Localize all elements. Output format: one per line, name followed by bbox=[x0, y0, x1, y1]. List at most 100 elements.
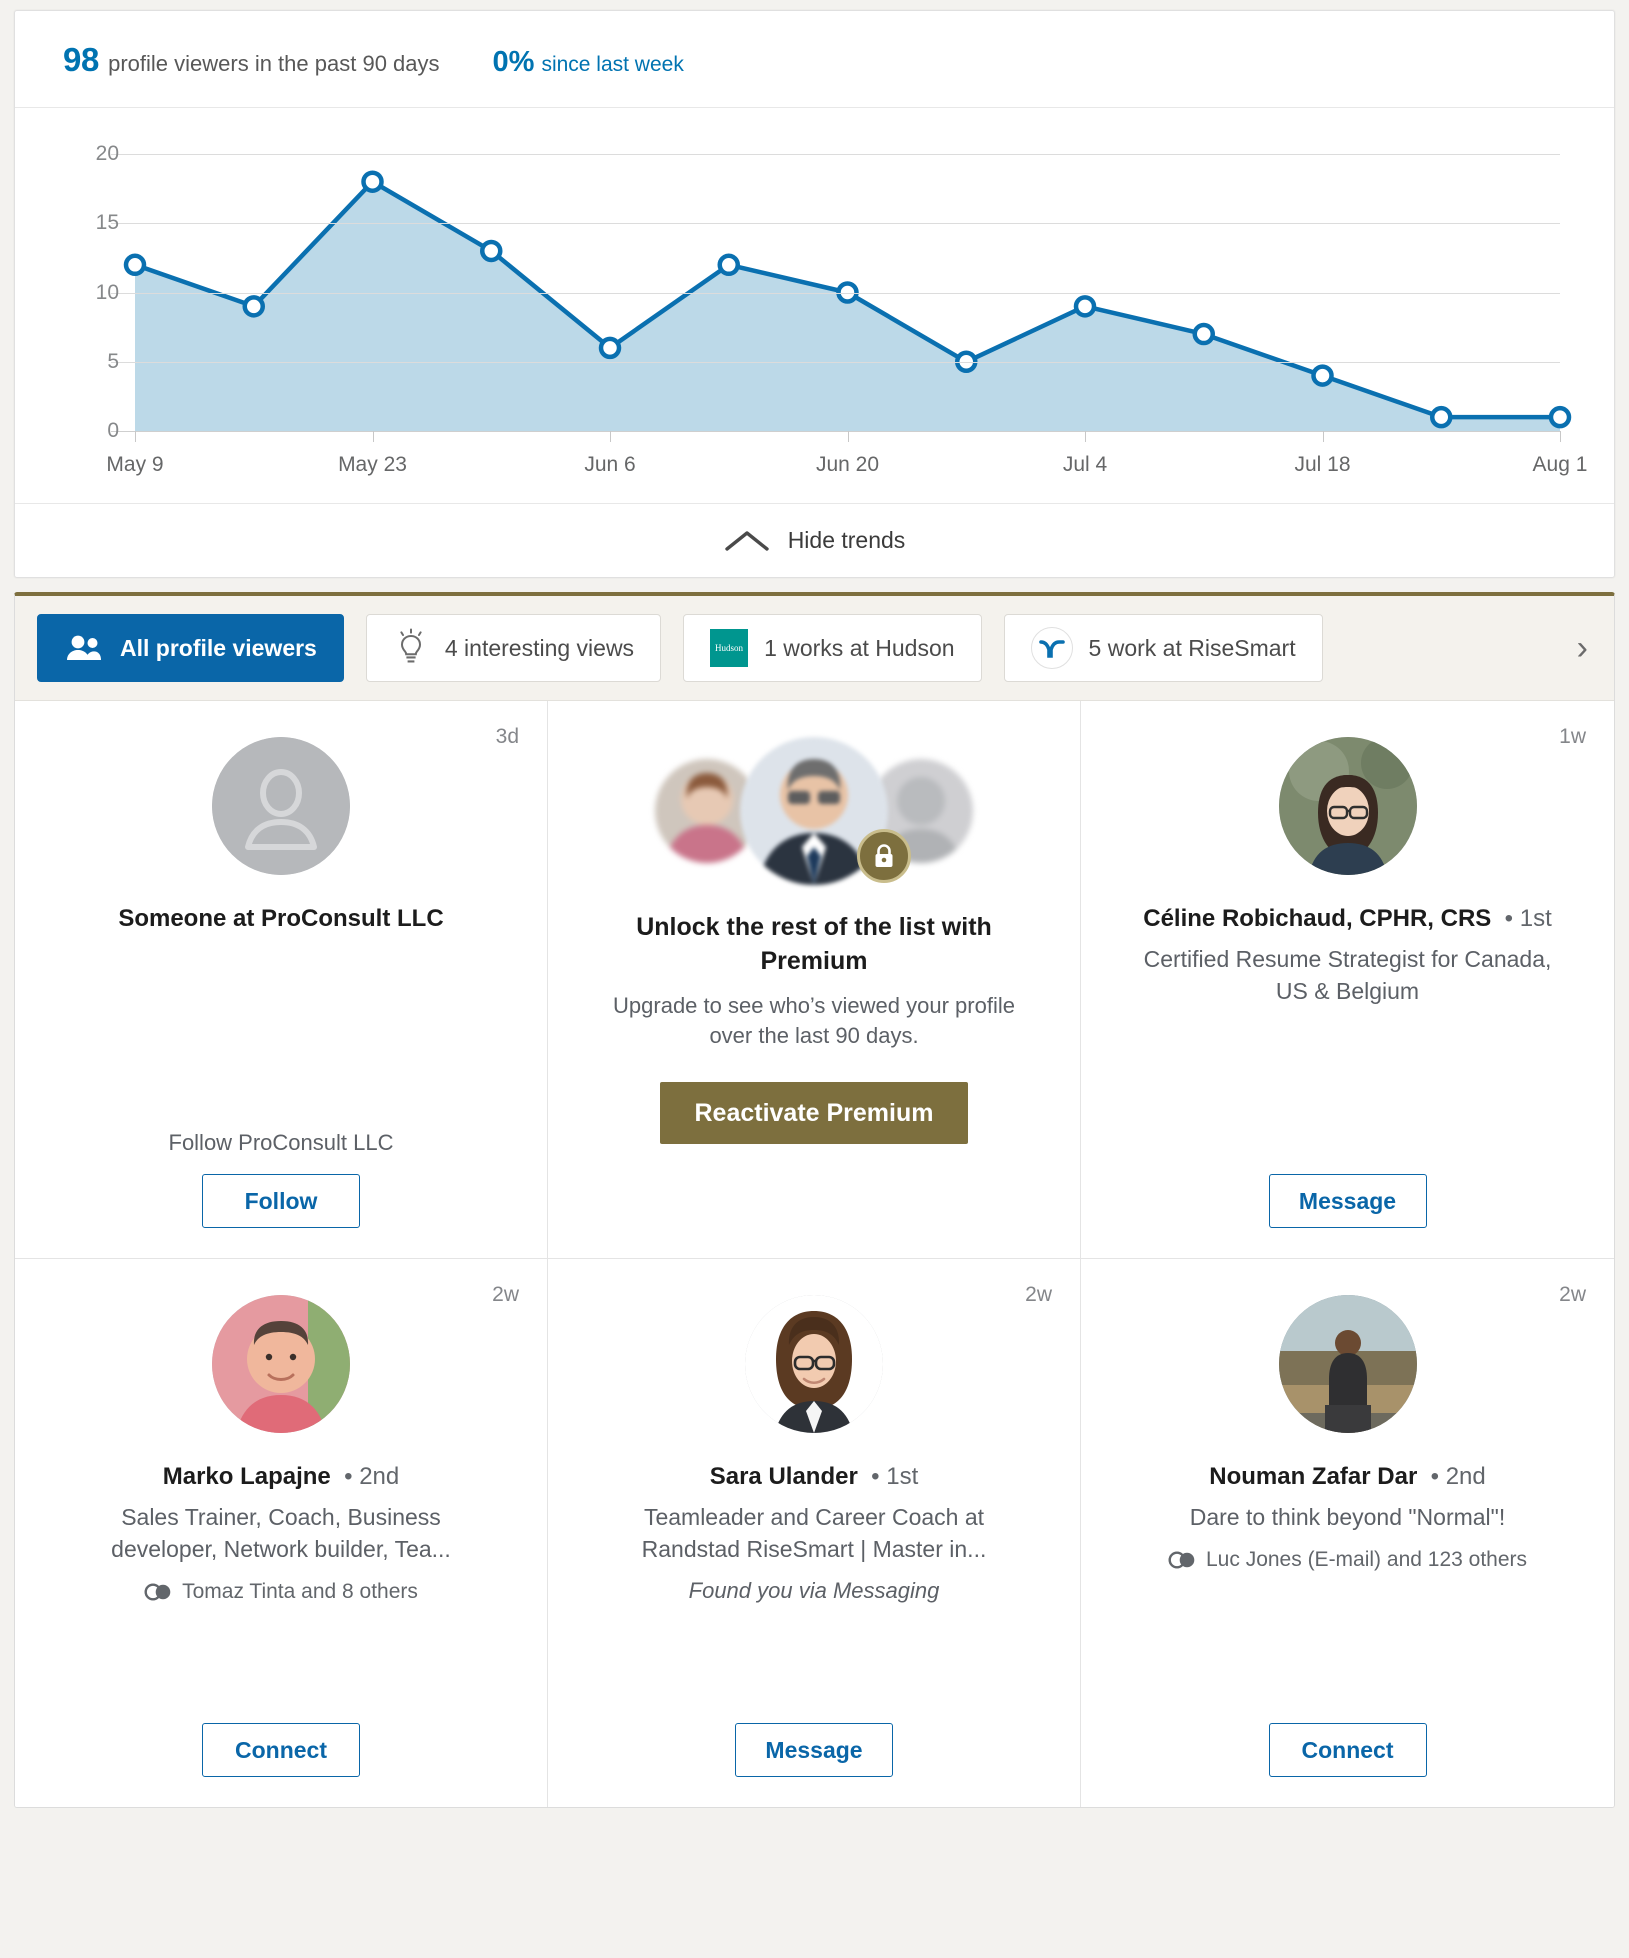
profile-viewers-card: All profile viewers 4 interesting views … bbox=[14, 592, 1615, 1808]
viewer-degree: • 1st bbox=[864, 1463, 919, 1490]
x-axis-tick-label: Jun 20 bbox=[815, 453, 880, 476]
viewer-name: Céline Robichaud, CPHR, CRS • 1st bbox=[1143, 903, 1551, 934]
chart-data-point[interactable] bbox=[1311, 364, 1334, 387]
message-button[interactable]: Message bbox=[735, 1723, 893, 1777]
profile-views-chart: 0 5 10 15 20 May 9 May 23 Jun 6 Jun 20 Jul 4 Jul 1… bbox=[15, 108, 1614, 503]
weekly-delta-label: since last week bbox=[541, 53, 684, 76]
profile-views-trends-card: 98 profile viewers in the past 90 days 0… bbox=[14, 10, 1615, 578]
reactivate-premium-button[interactable]: Reactivate Premium bbox=[660, 1082, 968, 1145]
viewer-age: 1w bbox=[1559, 725, 1586, 748]
premium-upsell-subtitle: Upgrade to see who’s viewed your profile… bbox=[613, 992, 1015, 1049]
lightbulb-icon bbox=[400, 628, 422, 663]
hide-trends-button[interactable]: Hide trends bbox=[15, 503, 1614, 577]
chart-data-point[interactable] bbox=[480, 239, 503, 263]
chevron-up-icon bbox=[724, 530, 769, 551]
x-axis-tick bbox=[847, 431, 849, 442]
filter-chip-works-at-hudson[interactable]: Hudson 1 works at Hudson bbox=[683, 614, 982, 682]
y-axis-tick-label: 20 bbox=[95, 142, 119, 165]
viewer-age: 2w bbox=[492, 1283, 519, 1306]
viewer-name: Someone at ProConsult LLC bbox=[118, 905, 444, 932]
chart-data-point[interactable] bbox=[1548, 405, 1572, 429]
risesmart-logo-icon bbox=[1030, 627, 1073, 669]
avatar[interactable] bbox=[745, 1295, 883, 1433]
y-axis-tick-label: 0 bbox=[107, 419, 119, 442]
chart-data-point[interactable] bbox=[123, 253, 147, 277]
viewer-count: 98 bbox=[63, 41, 100, 78]
viewer-degree: • 2nd bbox=[1423, 1463, 1486, 1490]
chart-data-point[interactable] bbox=[1073, 295, 1097, 318]
follow-company-text: Follow ProConsult LLC bbox=[168, 1130, 394, 1155]
connect-button[interactable]: Connect bbox=[202, 1723, 360, 1777]
x-axis-tick bbox=[372, 431, 374, 442]
viewer-degree: • 2nd bbox=[337, 1463, 400, 1490]
viewer-card-marko-lapajne[interactable]: 2w Marko Lapajne • 2nd Sales Trainer, Co… bbox=[15, 1259, 548, 1807]
chart-data-point[interactable] bbox=[598, 336, 622, 360]
x-axis-tick-label: May 9 bbox=[106, 453, 164, 476]
viewer-name: Sara Ulander • 1st bbox=[710, 1461, 919, 1492]
chart-gridline bbox=[111, 223, 1560, 225]
chart-data-point[interactable] bbox=[717, 253, 740, 277]
trends-summary-header: 98 profile viewers in the past 90 days 0… bbox=[15, 11, 1614, 108]
mutual-connections-icon bbox=[1168, 1551, 1195, 1569]
viewer-card-anonymous[interactable]: 3d Someone at ProConsult LLC Follow ProC… bbox=[15, 701, 548, 1259]
viewer-name-text: Céline Robichaud, CPHR, CRS bbox=[1143, 905, 1492, 932]
viewer-card-sara-ulander[interactable]: 2w Sara Ulander • 1st Teamleader and Car… bbox=[548, 1259, 1081, 1807]
chart-area-line-svg bbox=[123, 170, 1572, 431]
chart-area-fill bbox=[135, 181, 1560, 431]
y-axis-tick-label: 10 bbox=[95, 280, 119, 304]
viewer-name: Marko Lapajne • 2nd bbox=[163, 1461, 400, 1492]
viewer-degree: • 1st bbox=[1497, 905, 1552, 932]
x-axis-tick-label: May 23 bbox=[338, 453, 407, 476]
mutual-connections: Luc Jones (E-mail) and 123 others bbox=[1168, 1548, 1527, 1572]
y-axis-tick-label: 15 bbox=[95, 211, 119, 235]
x-axis-tick bbox=[1560, 431, 1561, 442]
chart-data-point[interactable] bbox=[1192, 322, 1215, 346]
chart-data-point[interactable] bbox=[1430, 405, 1453, 429]
avatar[interactable] bbox=[212, 1295, 350, 1433]
person-placeholder-icon bbox=[212, 737, 350, 875]
chart-plot-area: 0 5 10 15 20 May 9 May 23 Jun 6 Jun 20 Jul 4 Jul 1… bbox=[96, 142, 1588, 476]
filter-chips-next-arrow[interactable]: › bbox=[1569, 629, 1596, 668]
filter-chip-interesting-views[interactable]: 4 interesting views bbox=[365, 614, 662, 682]
lock-icon bbox=[857, 829, 911, 883]
premium-upsell-title: Unlock the rest of the list with Premium bbox=[636, 913, 992, 975]
blurred-faces-group bbox=[649, 735, 979, 885]
chart-data-point[interactable] bbox=[242, 295, 265, 318]
premium-upsell-card: Unlock the rest of the list with Premium… bbox=[548, 701, 1081, 1259]
filter-chip-works-at-risesmart[interactable]: 5 work at RiseSmart bbox=[1003, 614, 1323, 682]
avatar[interactable] bbox=[1278, 1295, 1417, 1433]
viewer-age: 3d bbox=[495, 725, 519, 748]
filter-chip-label: 5 work at RiseSmart bbox=[1088, 634, 1296, 661]
found-you-via: Found you via Messaging bbox=[688, 1577, 940, 1603]
x-axis-tick bbox=[135, 431, 136, 442]
x-axis-tick-label: Jul 4 bbox=[1062, 453, 1108, 476]
viewer-age: 2w bbox=[1559, 1283, 1586, 1306]
x-axis-tick-label: Jul 18 bbox=[1294, 453, 1351, 476]
connect-button[interactable]: Connect bbox=[1268, 1723, 1427, 1777]
message-button[interactable]: Message bbox=[1268, 1174, 1427, 1228]
chart-gridline bbox=[111, 431, 1560, 432]
viewer-name: Nouman Zafar Dar • 2nd bbox=[1209, 1461, 1486, 1492]
follow-button[interactable]: Follow bbox=[202, 1174, 360, 1228]
chart-data-point[interactable] bbox=[361, 170, 384, 193]
chart-gridline bbox=[111, 154, 1560, 155]
avatar[interactable] bbox=[1278, 737, 1417, 875]
viewers-grid: 3d Someone at ProConsult LLC Follow ProC… bbox=[15, 701, 1614, 1807]
x-axis-tick bbox=[610, 431, 611, 442]
viewer-headline: Teamleader and Career Coach at Randstad … bbox=[641, 1504, 987, 1562]
y-axis-tick-label: 5 bbox=[107, 349, 119, 373]
viewer-filter-chips: All profile viewers 4 interesting views … bbox=[15, 596, 1614, 701]
filter-chip-all-profile-viewers[interactable]: All profile viewers bbox=[37, 614, 344, 682]
viewer-card-nouman-zafar-dar[interactable]: 2w Nouman Zafar Dar • 2nd Dare to think … bbox=[1081, 1259, 1614, 1807]
chart-gridline bbox=[111, 292, 1560, 294]
hudson-logo-icon: Hudson bbox=[710, 629, 749, 667]
filter-chip-label: 4 interesting views bbox=[444, 634, 635, 661]
hide-trends-label: Hide trends bbox=[787, 527, 906, 553]
x-axis-tick-label: Jun 6 bbox=[584, 453, 636, 476]
viewer-card-celine-robichaud[interactable]: 1w Céline Robichaud, CPHR, CRS • 1st Cer… bbox=[1081, 701, 1614, 1259]
mutual-connections-icon bbox=[144, 1583, 171, 1601]
viewer-name-text: Nouman Zafar Dar bbox=[1209, 1463, 1418, 1490]
mutual-connections-text: Tomaz Tinta and 8 others bbox=[182, 1579, 418, 1603]
viewer-name-text: Sara Ulander bbox=[709, 1463, 858, 1490]
mutual-connections: Tomaz Tinta and 8 others bbox=[144, 1580, 418, 1604]
